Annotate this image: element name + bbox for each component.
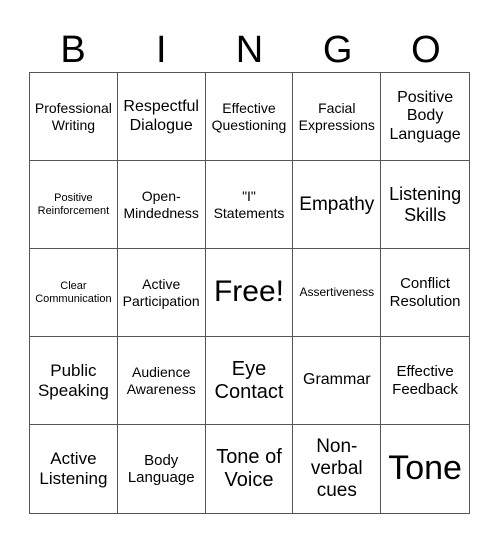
bingo-cell-label: Respectful Dialogue: [123, 98, 199, 134]
bingo-cell[interactable]: Positive Body Language: [381, 73, 469, 161]
bingo-cell[interactable]: Positive Reinforcement: [30, 161, 118, 249]
bingo-cell[interactable]: Assertiveness: [293, 249, 382, 337]
bingo-cell-label: Effective Feedback: [392, 363, 459, 398]
bingo-cell[interactable]: Tone of Voice: [206, 425, 294, 513]
bingo-cell-label: Eye Contact: [214, 357, 284, 403]
bingo-cell-label: Positive Body Language: [389, 88, 461, 143]
bingo-cell-label: Listening Skills: [389, 183, 462, 225]
header-letter-n: N: [235, 29, 264, 71]
header-letter-g: G: [322, 29, 353, 71]
bingo-header: B I N G O: [29, 28, 470, 72]
header-letter-o: O: [411, 29, 441, 71]
bingo-cell[interactable]: Public Speaking: [30, 337, 118, 425]
bingo-cell-label: Professional Writing: [34, 100, 112, 133]
bingo-cell-label: Non-verbal cues: [310, 436, 363, 501]
bingo-cell[interactable]: Empathy: [293, 161, 382, 249]
bingo-cell-label: Effective Questioning: [211, 100, 287, 133]
bingo-cell-label: Audience Awareness: [126, 364, 196, 397]
bingo-cell[interactable]: Audience Awareness: [117, 337, 206, 425]
bingo-cell-label: Active Participation: [122, 276, 200, 309]
bingo-cell[interactable]: Open-Mindedness: [117, 161, 206, 249]
bingo-cell[interactable]: Active Participation: [117, 249, 206, 337]
bingo-cell-label: Tone of Voice: [216, 446, 282, 491]
bingo-cell-label: Free!: [213, 275, 284, 309]
header-letter-i: I: [156, 29, 167, 71]
bingo-cell[interactable]: Respectful Dialogue: [117, 73, 206, 161]
free-space-cell[interactable]: Free!: [205, 249, 294, 337]
bingo-cell[interactable]: Grammar: [293, 337, 382, 425]
bingo-cell-label: Grammar: [303, 371, 371, 389]
bingo-cell[interactable]: Body Language: [118, 425, 206, 513]
bingo-cell-label: Assertiveness: [299, 284, 375, 299]
bingo-cell[interactable]: Eye Contact: [205, 337, 294, 425]
bingo-cell[interactable]: Effective Feedback: [381, 337, 469, 425]
bingo-cell[interactable]: Professional Writing: [30, 73, 118, 161]
bingo-cell[interactable]: Conflict Resolution: [381, 249, 469, 337]
bingo-cell-label: Active Listening: [39, 449, 108, 488]
bingo-cell[interactable]: Active Listening: [30, 425, 118, 513]
bingo-cell-label: "I" Statements: [213, 188, 285, 221]
bingo-cell-label: Body Language: [127, 451, 195, 486]
bingo-cell-label: Facial Expressions: [298, 100, 375, 133]
bingo-cell[interactable]: Tone: [381, 425, 469, 513]
bingo-cell-label: Positive Reinforcement: [37, 191, 110, 217]
bingo-card: Professional Writing Respectful Dialogue E…: [29, 72, 470, 514]
bingo-cell-label: Public Speaking: [37, 360, 109, 400]
bingo-cell-label: Clear Communication: [35, 279, 112, 305]
bingo-cell-label: Tone: [388, 449, 462, 488]
bingo-cell-label: Conflict Resolution: [389, 275, 461, 310]
bingo-cell[interactable]: Non-verbal cues: [293, 425, 382, 513]
bingo-cell[interactable]: "I" Statements: [205, 161, 294, 249]
bingo-cell[interactable]: Facial Expressions: [293, 73, 382, 161]
bingo-cell[interactable]: Effective Questioning: [205, 73, 294, 161]
bingo-cell-label: Open-Mindedness: [123, 188, 199, 221]
bingo-cell[interactable]: Listening Skills: [381, 161, 469, 249]
bingo-cell-label: Empathy: [299, 193, 375, 215]
bingo-cell[interactable]: Clear Communication: [30, 249, 118, 337]
header-letter-b: B: [60, 29, 86, 71]
